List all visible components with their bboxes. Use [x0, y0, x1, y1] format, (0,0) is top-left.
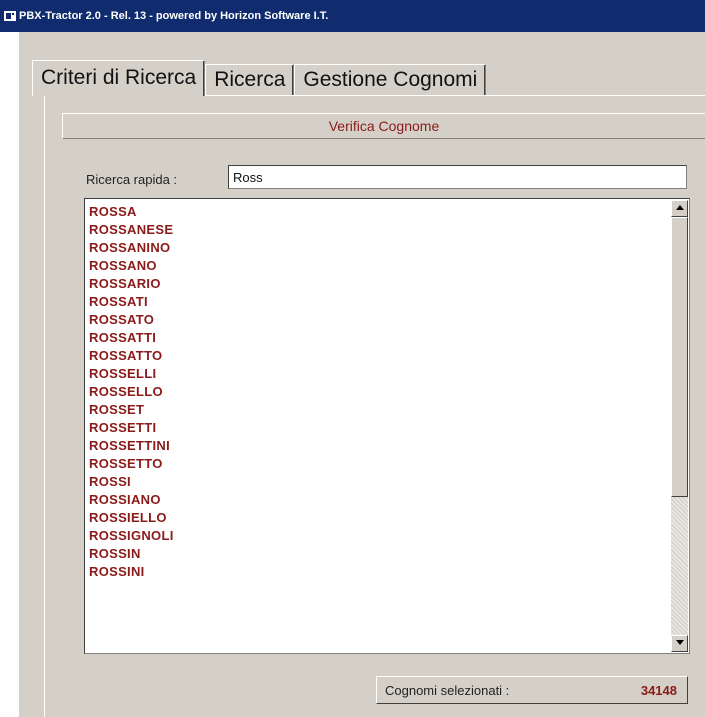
- app-icon[interactable]: [4, 10, 16, 22]
- list-item[interactable]: ROSSANESE: [89, 221, 669, 239]
- selected-count-box: Cognomi selezionati : 34148: [376, 676, 688, 704]
- list-item[interactable]: ROSSIELLO: [89, 509, 669, 527]
- list-item[interactable]: ROSSELLO: [89, 383, 669, 401]
- list-item[interactable]: ROSSA: [89, 203, 669, 221]
- list-item[interactable]: ROSSET: [89, 401, 669, 419]
- arrow-up-icon: [675, 205, 684, 210]
- title-bar: PBX-Tractor 2.0 - Rel. 13 - powered by H…: [0, 0, 705, 32]
- list-item[interactable]: ROSSATTI: [89, 329, 669, 347]
- selected-count-value: 34148: [640, 682, 677, 698]
- window-title: PBX-Tractor 2.0 - Rel. 13 - powered by H…: [19, 10, 329, 22]
- list-item[interactable]: ROSSARIO: [89, 275, 669, 293]
- list-item[interactable]: ROSSELLI: [89, 365, 669, 383]
- search-input[interactable]: [228, 165, 687, 189]
- tab-strip: Criteri di Ricerca Ricerca Gestione Cogn…: [32, 60, 487, 96]
- list-item[interactable]: ROSSIANO: [89, 491, 669, 509]
- list-item[interactable]: ROSSANO: [89, 257, 669, 275]
- vertical-scrollbar[interactable]: [671, 200, 688, 652]
- list-item[interactable]: ROSSATO: [89, 311, 669, 329]
- search-label: Ricerca rapida :: [86, 172, 178, 187]
- surname-listbox[interactable]: ROSSA ROSSANESE ROSSANINO ROSSANO ROSSARIO RO…: [84, 198, 690, 654]
- list-item[interactable]: ROSSETTI: [89, 419, 669, 437]
- list-item[interactable]: ROSSINI: [89, 563, 669, 581]
- arrow-down-icon: [675, 640, 684, 645]
- scroll-down-button[interactable]: [671, 635, 688, 652]
- scroll-up-button[interactable]: [671, 200, 688, 217]
- list-item[interactable]: ROSSATTO: [89, 347, 669, 365]
- list-item[interactable]: ROSSATI: [89, 293, 669, 311]
- list-item[interactable]: ROSSETTINI: [89, 437, 669, 455]
- tab-gestione-cognomi[interactable]: Gestione Cognomi: [294, 64, 487, 96]
- list-item[interactable]: ROSSETTO: [89, 455, 669, 473]
- surname-list: ROSSA ROSSANESE ROSSANINO ROSSANO ROSSARIO RO…: [89, 203, 669, 581]
- tab-criteri-di-ricerca[interactable]: Criteri di Ricerca: [32, 60, 206, 96]
- list-item[interactable]: ROSSANINO: [89, 239, 669, 257]
- list-item[interactable]: ROSSIN: [89, 545, 669, 563]
- section-title: Verifica Cognome: [62, 113, 705, 139]
- tab-ricerca[interactable]: Ricerca: [205, 64, 295, 96]
- selected-count-label: Cognomi selezionati :: [385, 682, 510, 698]
- scroll-thumb[interactable]: [671, 217, 688, 497]
- list-item[interactable]: ROSSIGNOLI: [89, 527, 669, 545]
- list-item[interactable]: ROSSI: [89, 473, 669, 491]
